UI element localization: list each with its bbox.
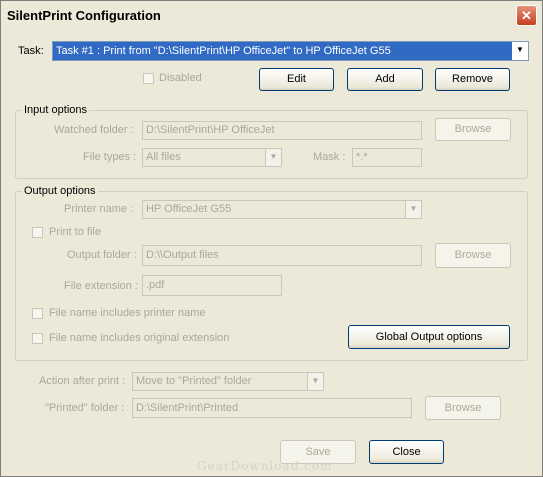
watermark-logo: GearDownload.com	[197, 459, 333, 473]
includes-printer-name-checkbox[interactable]	[32, 308, 43, 319]
file-extension-label: File extension :	[64, 280, 138, 292]
printer-name-label: Printer name :	[64, 203, 134, 215]
add-button[interactable]: Add	[347, 68, 423, 91]
mask-field[interactable]: *.*	[352, 148, 422, 167]
action-after-print-select[interactable]: Move to "Printed" folder ▼	[132, 372, 324, 391]
task-label: Task:	[18, 45, 44, 57]
file-types-label: File types :	[83, 151, 137, 163]
watched-folder-field[interactable]: D:\SilentPrint\HP OfficeJet	[142, 121, 422, 140]
printer-name-select[interactable]: HP OfficeJet G55 ▼	[142, 200, 422, 219]
file-types-select[interactable]: All files ▼	[142, 148, 282, 167]
close-window-icon[interactable]: ✕	[516, 5, 537, 26]
printer-name-dropdown-arrow-icon[interactable]: ▼	[405, 201, 421, 218]
disabled-checkbox-label: Disabled	[159, 72, 202, 84]
input-options-title: Input options	[22, 104, 89, 116]
task-select[interactable]: Task #1 : Print from "D:\SilentPrint\HP …	[52, 41, 529, 61]
task-dropdown-arrow-icon[interactable]: ▼	[512, 42, 528, 60]
output-options-title: Output options	[22, 185, 98, 197]
mask-label: Mask :	[313, 151, 346, 163]
output-browse-button[interactable]: Browse	[435, 243, 511, 268]
print-to-file-label: Print to file	[49, 226, 101, 238]
printed-browse-button[interactable]: Browse	[425, 396, 501, 420]
file-extension-field[interactable]: .pdf	[142, 275, 282, 296]
printed-folder-field[interactable]: D:\SilentPrint\Printed	[132, 398, 412, 418]
includes-printer-name-label: File name includes printer name	[49, 307, 206, 319]
title-bar: SilentPrint Configuration ✕	[1, 1, 542, 31]
includes-original-extension-label: File name includes original extension	[49, 332, 230, 344]
window-title: SilentPrint Configuration	[7, 8, 161, 23]
watched-folder-label: Watched folder :	[54, 124, 134, 136]
task-select-value: Task #1 : Print from "D:\SilentPrint\HP …	[56, 45, 391, 57]
disabled-checkbox[interactable]	[143, 73, 154, 84]
printed-folder-label: "Printed" folder :	[45, 402, 125, 414]
remove-button[interactable]: Remove	[435, 68, 510, 91]
global-output-options-button[interactable]: Global Output options	[348, 325, 510, 349]
output-folder-field[interactable]: D:\\Output files	[142, 245, 422, 266]
edit-button[interactable]: Edit	[259, 68, 334, 91]
configuration-window: SilentPrint Configuration ✕ Task: Task #…	[0, 0, 543, 477]
output-folder-label: Output folder :	[67, 249, 137, 261]
action-after-print-value: Move to "Printed" folder	[136, 375, 252, 387]
file-types-dropdown-arrow-icon[interactable]: ▼	[265, 149, 281, 166]
close-button[interactable]: Close	[369, 440, 444, 464]
print-to-file-checkbox[interactable]	[32, 227, 43, 238]
action-after-print-label: Action after print :	[39, 375, 126, 387]
file-types-value: All files	[146, 151, 181, 163]
printer-name-value: HP OfficeJet G55	[146, 203, 232, 215]
input-browse-button[interactable]: Browse	[435, 118, 511, 141]
action-dropdown-arrow-icon[interactable]: ▼	[307, 373, 323, 390]
includes-original-extension-checkbox[interactable]	[32, 333, 43, 344]
